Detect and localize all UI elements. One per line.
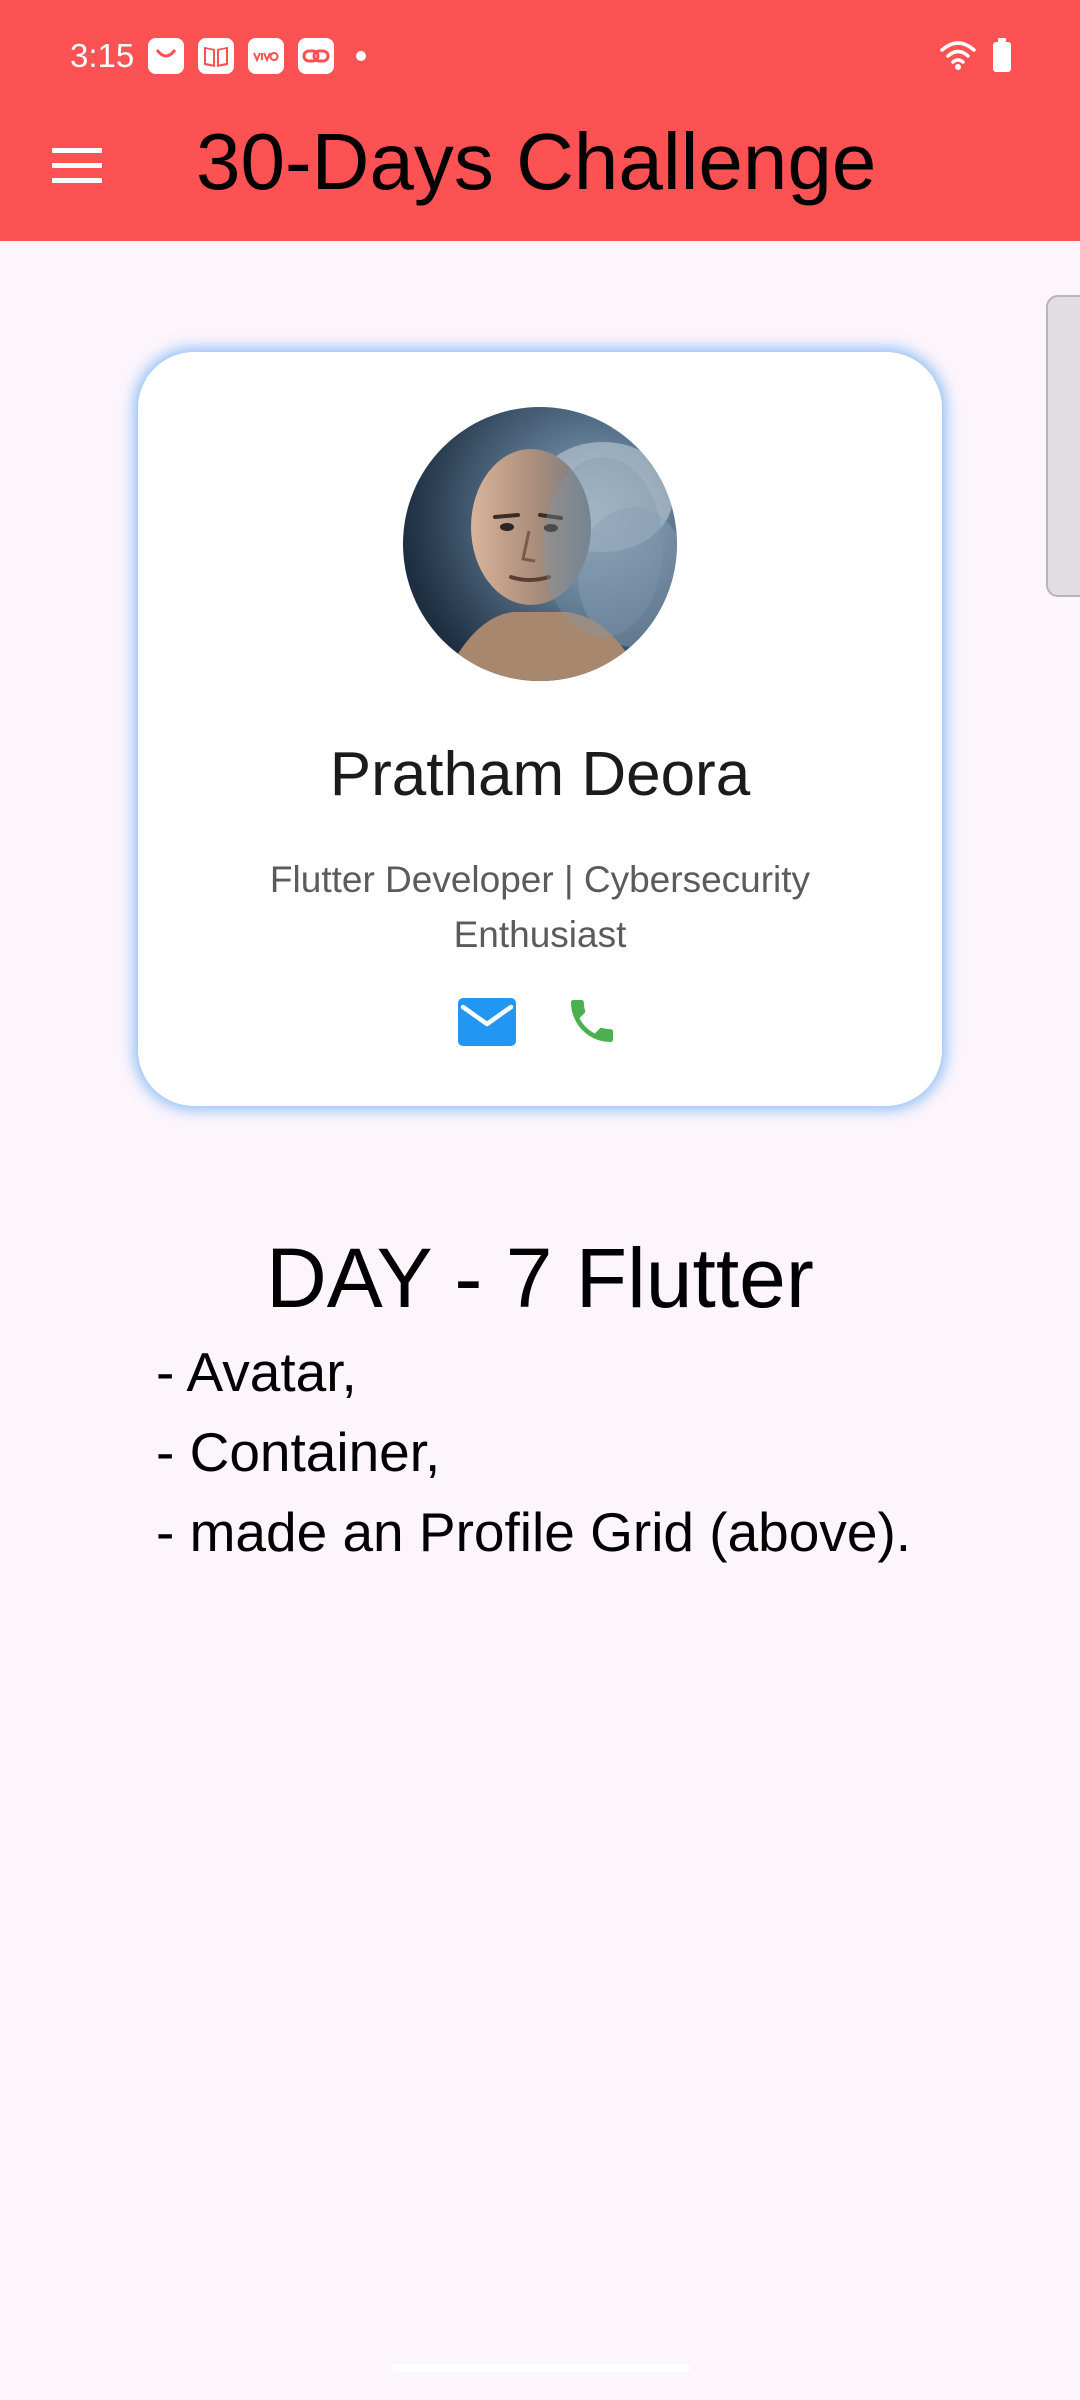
battery-icon bbox=[993, 38, 1011, 72]
gesture-navigation-bar[interactable] bbox=[392, 2364, 690, 2372]
profile-subtitle: Flutter Developer | Cybersecurity Enthus… bbox=[269, 859, 811, 955]
profile-card: Pratham Deora Flutter Developer | Cybers… bbox=[138, 352, 942, 1106]
side-scroll-handle[interactable] bbox=[1046, 295, 1080, 597]
email-icon[interactable] bbox=[458, 998, 516, 1046]
app-title: 30-Days Challenge bbox=[196, 117, 877, 206]
vivo-icon bbox=[248, 38, 284, 74]
status-time: 3:15 bbox=[70, 37, 135, 74]
notes-list: - Avatar, - Container, - made an Profile… bbox=[156, 1332, 911, 1572]
list-item: - Container, bbox=[156, 1421, 441, 1483]
phone-icon[interactable] bbox=[564, 993, 620, 1049]
list-item: - Avatar, bbox=[156, 1341, 357, 1403]
profile-name: Pratham Deora bbox=[329, 740, 751, 809]
hamburger-menu-icon[interactable] bbox=[40, 130, 114, 200]
avatar bbox=[403, 407, 677, 681]
day-title: DAY - 7 Flutter bbox=[266, 1231, 814, 1325]
book-icon bbox=[198, 38, 234, 74]
status-notification-icons bbox=[148, 38, 380, 74]
wifi-icon bbox=[940, 41, 976, 70]
list-item: - made an Profile Grid (above). bbox=[156, 1501, 912, 1563]
app-header: 3:15 30-Days Challenge bbox=[0, 0, 1080, 241]
notification-dot-icon bbox=[356, 51, 366, 61]
link-icon bbox=[298, 38, 334, 74]
shopping-bag-icon bbox=[148, 38, 184, 74]
